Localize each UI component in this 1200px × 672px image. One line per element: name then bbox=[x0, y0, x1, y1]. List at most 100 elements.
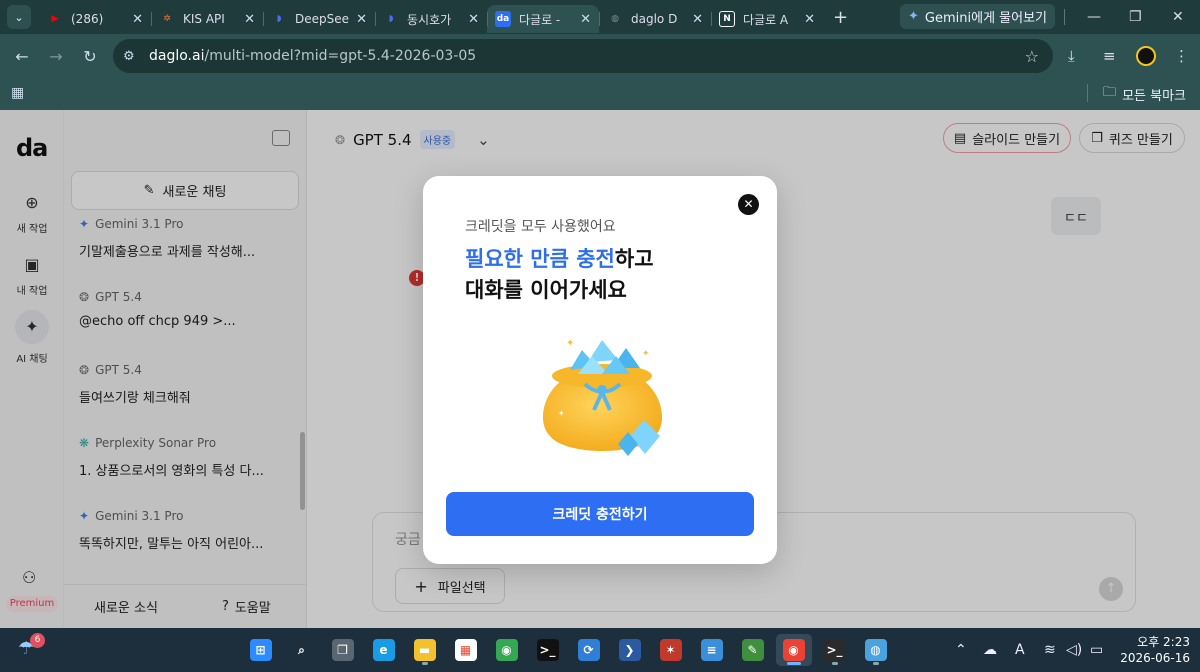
taskbar-app-15[interactable]: ◍ bbox=[858, 634, 894, 666]
system-clock[interactable]: 오후 2:23 2026-06-16 bbox=[1110, 634, 1190, 666]
tab-2[interactable]: ◗ DeepSee ✕ bbox=[263, 5, 375, 33]
taskbar-app-6[interactable]: ◉ bbox=[489, 634, 525, 666]
close-tab-icon[interactable]: ✕ bbox=[244, 12, 255, 27]
ime-label: A bbox=[1015, 642, 1025, 658]
taskbar-app-13[interactable]: ◉ bbox=[775, 634, 812, 666]
battery-button[interactable]: ▭ bbox=[1090, 628, 1103, 672]
taskbar-app-8[interactable]: ⟳ bbox=[571, 634, 607, 666]
taskbar-app-1[interactable]: ⌕ bbox=[284, 634, 320, 666]
forward-button[interactable]: → bbox=[39, 47, 73, 66]
running-indicator bbox=[831, 662, 838, 665]
tab-5[interactable]: ◍ daglo D ✕ bbox=[599, 5, 711, 33]
taskbar-apps: ⊞ ⌕ ❐ e ▬ ▦ ◉ >_ ⟳ ❯ ✶ ≡ ✎ ◉ >_ ◍ bbox=[240, 628, 896, 672]
close-tab-icon[interactable]: ✕ bbox=[580, 12, 591, 27]
weather-widget[interactable]: ☂ 6 bbox=[18, 633, 45, 662]
browser-toolbar: ← → ↻ ⚙ daglo.ai/multi-model?mid=gpt-5.4… bbox=[0, 34, 1200, 78]
close-tab-icon[interactable]: ✕ bbox=[692, 12, 703, 27]
bookmark-star-icon[interactable]: ☆ bbox=[1025, 47, 1039, 66]
tab-title: daglo D bbox=[631, 12, 678, 26]
taskbar-app-2[interactable]: ❐ bbox=[325, 634, 361, 666]
cloud-sync-button[interactable]: ☁ bbox=[983, 628, 997, 672]
search-icon: ⌕ bbox=[298, 642, 305, 657]
taskbar-app-7[interactable]: >_ bbox=[530, 634, 566, 666]
notification-badge: 6 bbox=[30, 633, 45, 648]
tab-1[interactable]: ✲ KIS API ✕ bbox=[151, 5, 263, 33]
windows-taskbar: ☂ 6 ⊞ ⌕ ❐ e ▬ ▦ ◉ >_ ⟳ ❯ ✶ ≡ ✎ ◉ >_ ◍ ⌃ ☁ A ≋ ◁) ▭ 오후 2… bbox=[0, 628, 1200, 672]
taskbar-app-5[interactable]: ▦ bbox=[448, 634, 484, 666]
all-bookmarks-button[interactable]: 🗀 모든 북마크 bbox=[1103, 83, 1186, 105]
taskbar-app-10[interactable]: ✶ bbox=[653, 634, 689, 666]
tab-list: ▶ (286) ✕ ✲ KIS API ✕ ◗ DeepSee ✕ ◗ 동시호가 ✕ da 다글로 - ✕ ◍… bbox=[39, 0, 848, 34]
close-tab-icon[interactable]: ✕ bbox=[356, 12, 367, 27]
youtube-icon: ▶ bbox=[51, 14, 59, 24]
ime-indicator[interactable]: A bbox=[1015, 628, 1025, 672]
more-vertical-icon: ⋮ bbox=[1174, 47, 1189, 65]
wifi-button[interactable]: ≋ bbox=[1044, 628, 1056, 672]
close-tab-icon[interactable]: ✕ bbox=[804, 12, 815, 27]
charge-credits-button[interactable]: 크레딧 충전하기 bbox=[446, 492, 754, 536]
restore-button[interactable]: ❐ bbox=[1129, 0, 1142, 34]
modal-title-line2: 대화를 이어가세요 bbox=[465, 278, 627, 302]
download-button[interactable]: ⤓ bbox=[1068, 34, 1075, 78]
sync-app-icon: ⟳ bbox=[577, 639, 600, 661]
tab-3[interactable]: ◗ 동시호가 ✕ bbox=[375, 5, 487, 33]
browser-menu-button[interactable]: ⋮ bbox=[1174, 34, 1189, 78]
arrow-right-icon: → bbox=[49, 46, 63, 66]
tab-4[interactable]: da 다글로 - ✕ bbox=[487, 5, 599, 33]
close-tab-icon[interactable]: ✕ bbox=[132, 12, 143, 27]
taskbar-app-3[interactable]: e bbox=[366, 634, 402, 666]
taskbar-app-0[interactable]: ⊞ bbox=[243, 634, 279, 666]
apps-grid-icon[interactable]: ▦ bbox=[11, 85, 24, 101]
svg-text:✦: ✦ bbox=[642, 349, 650, 359]
deepseek-icon: ◗ bbox=[388, 14, 394, 24]
daglo-icon: da bbox=[495, 11, 511, 27]
windows-start-icon: ⊞ bbox=[249, 639, 272, 661]
media-button[interactable]: ≡ bbox=[1103, 34, 1116, 78]
taskbar-app-4[interactable]: ▬ bbox=[407, 634, 443, 666]
task-view-icon: ❐ bbox=[331, 639, 354, 661]
modal-title-rest: 하고 bbox=[614, 247, 654, 271]
minimize-button[interactable]: — bbox=[1087, 0, 1101, 34]
notion-icon: N bbox=[719, 11, 735, 27]
gemini-label: Gemini에게 물어보기 bbox=[924, 11, 1047, 26]
site-settings-icon[interactable]: ⚙ bbox=[123, 49, 143, 64]
reload-button[interactable]: ↻ bbox=[73, 47, 107, 66]
new-tab-button[interactable]: + bbox=[833, 7, 848, 28]
tab-title: (286) bbox=[71, 12, 104, 26]
url-host: daglo.ai bbox=[149, 48, 205, 64]
taskbar-app-9[interactable]: ❯ bbox=[612, 634, 648, 666]
close-tab-icon[interactable]: ✕ bbox=[468, 12, 479, 27]
volume-button[interactable]: ◁) bbox=[1066, 628, 1082, 672]
tab-0[interactable]: ▶ (286) ✕ bbox=[39, 5, 151, 33]
taskbar-app-11[interactable]: ≡ bbox=[694, 634, 730, 666]
kis-icon: ✲ bbox=[163, 14, 171, 24]
reload-icon: ↻ bbox=[83, 46, 97, 66]
credit-exhausted-modal: ✕ 크레딧을 모두 사용했어요 필요한 만큼 충전하고 대화를 이어가세요 ✦ … bbox=[423, 176, 777, 564]
back-button[interactable]: ← bbox=[5, 47, 39, 66]
address-bar[interactable]: ⚙ daglo.ai/multi-model?mid=gpt-5.4-2026-… bbox=[113, 39, 1053, 73]
tab-search-button[interactable]: ⌄ bbox=[7, 5, 31, 29]
close-window-button[interactable]: ✕ bbox=[1172, 0, 1184, 34]
chevron-down-icon: ⌄ bbox=[14, 10, 24, 24]
tab-strip: ⌄ ▶ (286) ✕ ✲ KIS API ✕ ◗ DeepSee ✕ ◗ 동시호가 ✕ da 다글로 -… bbox=[0, 0, 1200, 34]
tray-overflow-button[interactable]: ⌃ bbox=[955, 628, 967, 672]
restore-icon: ❐ bbox=[1129, 9, 1142, 25]
notepad-icon: ≡ bbox=[700, 639, 723, 661]
paint-icon: ✎ bbox=[741, 639, 764, 661]
modal-close-button[interactable]: ✕ bbox=[738, 194, 759, 215]
chrome-profile-icon: ◉ bbox=[782, 639, 805, 661]
taskbar-app-14[interactable]: >_ bbox=[817, 634, 853, 666]
wifi-icon: ≋ bbox=[1044, 642, 1056, 658]
running-indicator bbox=[421, 662, 428, 665]
gemini-sparkle-icon: ✦ bbox=[908, 9, 919, 24]
profile-button[interactable] bbox=[1136, 34, 1156, 78]
tab-title: 동시호가 bbox=[407, 12, 452, 27]
url-text: daglo.ai/multi-model?mid=gpt-5.4-2026-03… bbox=[149, 48, 476, 64]
gemini-button[interactable]: ✦ Gemini에게 물어보기 bbox=[900, 4, 1055, 29]
tab-6[interactable]: N 다글로 A ✕ bbox=[711, 5, 823, 33]
powershell-icon: ❯ bbox=[618, 639, 641, 661]
modal-subtitle: 크레딧을 모두 사용했어요 bbox=[465, 219, 616, 235]
taskbar-app-12[interactable]: ✎ bbox=[735, 634, 771, 666]
tab-title: 다글로 A bbox=[743, 12, 789, 27]
deepseek-icon: ◗ bbox=[276, 14, 282, 24]
